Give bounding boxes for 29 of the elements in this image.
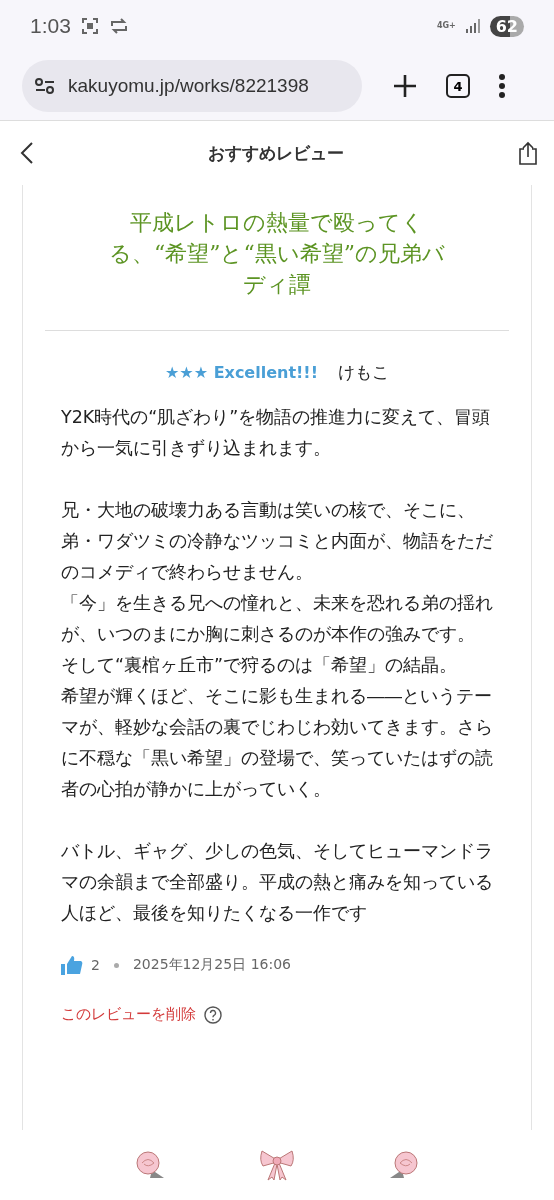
delete-review-link[interactable]: このレビューを削除 (61, 1005, 196, 1024)
site-settings-icon[interactable] (34, 77, 56, 95)
ribbon-bow-icon (259, 1148, 295, 1182)
more-icon[interactable] (498, 73, 506, 99)
back-icon[interactable] (20, 141, 34, 165)
author-name[interactable]: けもこ (337, 361, 389, 384)
review-paragraph: Y2K時代の“肌ざわり”を物語の推進力に変えて、冒頭から一気に引きずり込まれます。 (61, 406, 492, 460)
review-paragraph: 希望が輝くほど、そこに影も生まれる――というテーマが、軽妙な会話の裏でじわじわ効いてきます。さらに不穏な「黒い希望」の登場で、笑っていたはずの読者の心拍が静かに上がっていく。 (61, 685, 493, 801)
address-bar[interactable]: kakuyomu.jp/works/8221398 (22, 60, 362, 112)
clock: 1:03 (30, 14, 71, 38)
tab-count-button[interactable]: 4 (446, 74, 470, 98)
review-paragraph: 兄・大地の破壊力ある言動は笑いの核で、そこに、弟・ワダツミの冷静なツッコミと内面が、物語をただのコメディで終わらせません。 (61, 499, 493, 584)
review-title: 平成レトロの熱量で殴ってくる、“希望”と“黒い希望”の兄弟バディ譚 (108, 209, 446, 299)
screenshot-icon (80, 17, 99, 35)
rating-label: ★★★ Excellent!!! (165, 363, 318, 382)
network-label: 4G+ (436, 22, 456, 30)
battery-indicator: 62 (489, 15, 524, 37)
review-date: 2025年12月25日 16:06 (132, 956, 291, 974)
help-icon[interactable] (204, 1005, 222, 1024)
thumbs-up-icon[interactable] (61, 955, 83, 975)
review-paragraph: 「今」を生きる兄への憧れと、未来を恐れる弟の揺れが、いつのまにか胸に刺さるのが本作の強みです。 (61, 592, 493, 646)
new-tab-icon[interactable] (392, 73, 418, 99)
review-paragraph: そして“裏棺ヶ丘市”で狩るのは「希望」の結晶。 (61, 654, 459, 677)
sync-icon (108, 17, 129, 35)
share-icon[interactable] (518, 141, 538, 165)
review-paragraph: バトル、ギャグ、少しの色気、そしてヒューマンドラマの余韻まで全部盛り。平成の熱と痛みを知っている人ほど、最後を知りたくなる一作です (61, 840, 493, 925)
page-title: おすすめレビュー (207, 141, 345, 165)
like-count: 2 (91, 957, 100, 973)
signal-icon (465, 19, 480, 33)
